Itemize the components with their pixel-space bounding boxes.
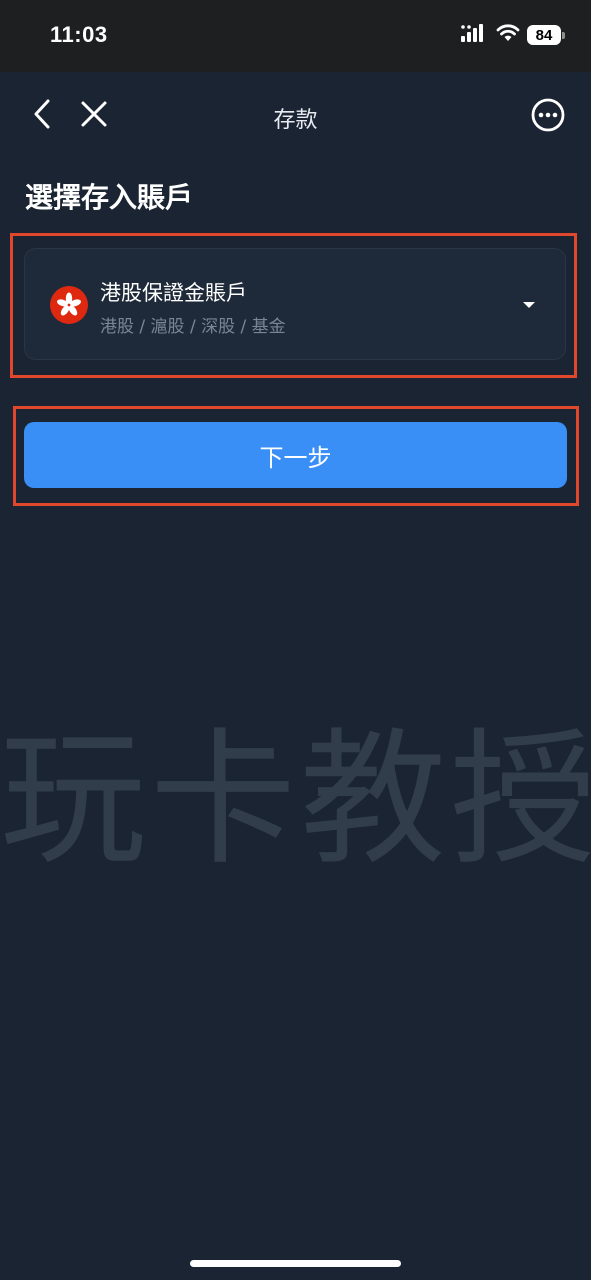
cellular-signal-icon — [461, 24, 489, 46]
battery-level: 84 — [535, 26, 553, 44]
nav-bar: 存款 — [0, 72, 591, 164]
more-options-button[interactable] — [529, 98, 567, 136]
status-time: 11:03 — [50, 22, 108, 47]
home-indicator — [190, 1260, 401, 1267]
battery-icon: 84 — [527, 25, 561, 45]
account-name: 港股保證金賬戶 — [100, 281, 247, 305]
status-icons: 84 — [461, 24, 565, 46]
next-step-button[interactable]: 下一步 — [24, 422, 567, 488]
wifi-icon — [496, 24, 520, 46]
more-options-icon — [530, 97, 566, 137]
battery-tip — [562, 31, 565, 39]
caret-down-icon — [523, 302, 535, 308]
watermark-text: 玩卡教授 — [0, 715, 591, 885]
account-selector[interactable]: 港股保證金賬戶 港股 / 滬股 / 深股 / 基金 — [24, 248, 566, 360]
account-markets: 港股 / 滬股 / 深股 / 基金 — [100, 317, 286, 337]
page-title: 存款 — [273, 108, 318, 133]
hong-kong-flag-icon — [50, 286, 88, 324]
status-bar: 11:03 84 — [0, 0, 591, 72]
section-title: 選擇存入賬戶 — [25, 181, 194, 214]
